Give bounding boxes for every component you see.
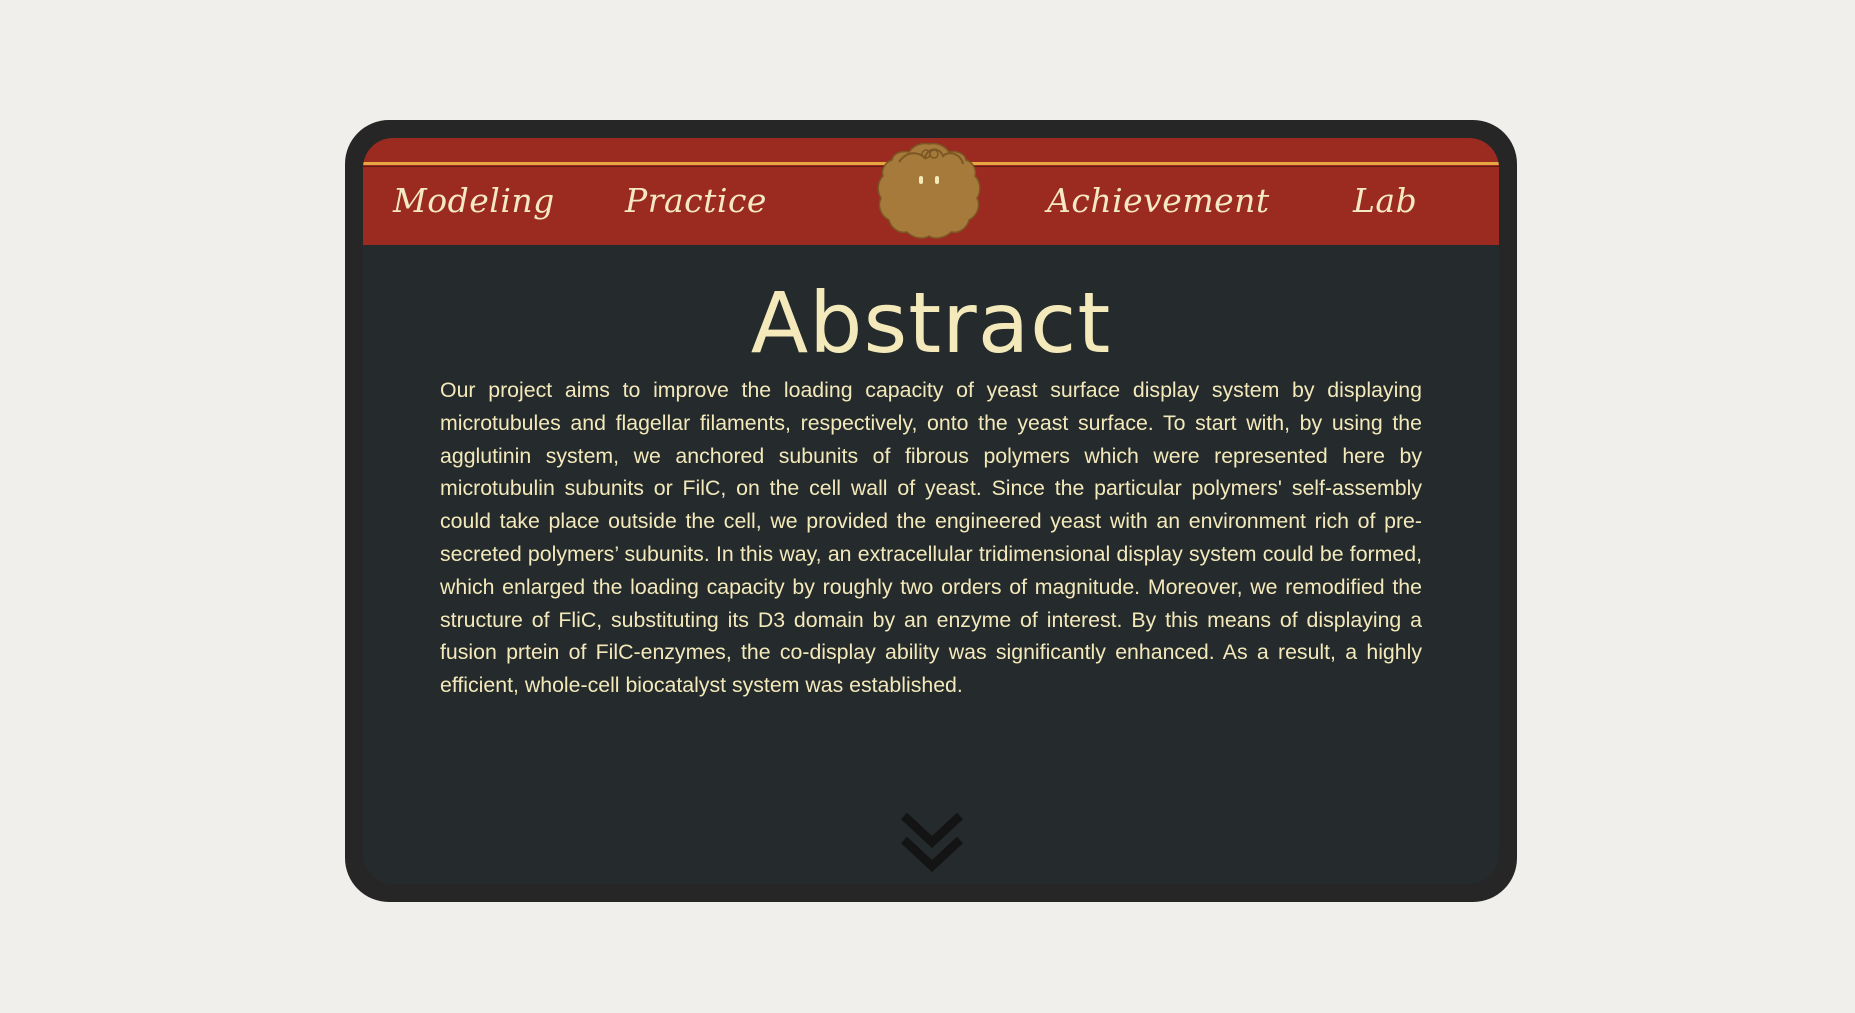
nav-item-practice[interactable]: Practice xyxy=(625,176,767,226)
nav-item-achievement[interactable]: Achievement xyxy=(1047,176,1270,226)
navbar: Modeling Practice Achievement Lab xyxy=(363,138,1499,245)
double-chevron-down-icon[interactable] xyxy=(898,810,966,878)
screen: Modeling Practice Achievement Lab Abstra… xyxy=(363,138,1499,884)
mascot-icon[interactable] xyxy=(869,138,989,242)
nav-item-lab[interactable]: Lab xyxy=(1353,176,1417,226)
nav-item-modeling[interactable]: Modeling xyxy=(393,176,555,226)
device-frame: Modeling Practice Achievement Lab Abstra… xyxy=(345,120,1517,902)
page-title: Abstract xyxy=(750,274,1112,372)
abstract-text: Our project aims to improve the loading … xyxy=(440,378,1422,698)
